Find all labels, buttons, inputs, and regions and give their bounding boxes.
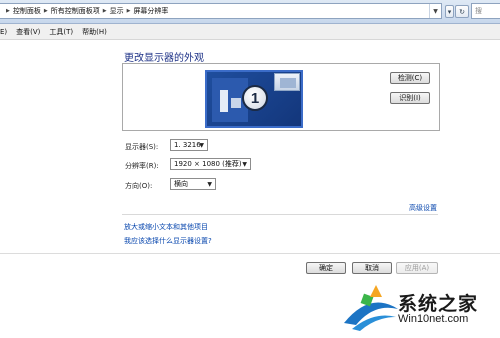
chevron-down-icon: ▼ [199, 142, 204, 149]
menu-help[interactable]: 帮助(H) [82, 27, 107, 37]
window-shape [220, 90, 228, 112]
chevron-down-icon[interactable]: ▼ [429, 4, 441, 18]
resolution-select[interactable]: 1920 × 1080 (推荐) ▼ [170, 158, 251, 170]
text-size-link[interactable]: 放大或缩小文本和其他项目 [124, 222, 208, 232]
divider [0, 253, 500, 254]
chevron-right-icon: ▶ [43, 8, 48, 14]
menu-bar: E) 查看(V) 工具(T) 帮助(H) [0, 24, 500, 40]
chevron-down-icon: ▼ [242, 161, 247, 168]
resolution-label: 分辨率(R): [125, 162, 159, 170]
chevron-right-icon: ▶ [102, 8, 107, 14]
search-input[interactable]: 搜 [471, 3, 500, 19]
identify-button[interactable]: 识别(I) [390, 92, 430, 104]
display-label: 显示器(S): [125, 143, 159, 151]
breadcrumb-resolution[interactable]: 屏幕分辨率 [133, 6, 168, 16]
menu-tools[interactable]: 工具(T) [49, 27, 73, 37]
chevron-right-icon: ▶ [6, 8, 10, 14]
orientation-label: 方向(O): [125, 182, 153, 190]
chevron-down-icon: ▼ [207, 181, 212, 188]
watermark-url: Win10net.com [398, 313, 469, 325]
ok-button[interactable]: 确定 [306, 262, 346, 274]
breadcrumb-display[interactable]: 显示 [110, 6, 124, 16]
breadcrumb-control-panel[interactable]: 控制面板 [13, 6, 41, 16]
display-help-link[interactable]: 我应该选择什么显示器设置? [124, 236, 212, 246]
apply-button[interactable]: 应用(A) [396, 262, 438, 274]
window-shape [280, 78, 296, 88]
advanced-settings-link[interactable]: 高级设置 [409, 203, 437, 213]
chevron-right-icon: ▶ [126, 8, 131, 14]
breadcrumb[interactable]: ▶ 控制面板 ▶ 所有控制面板项 ▶ 显示 ▶ 屏幕分辨率 ▼ [0, 3, 442, 19]
orientation-select[interactable]: 横向 ▼ [170, 178, 216, 190]
window-shape [231, 98, 241, 108]
refresh-button[interactable]: ↻ [455, 5, 469, 18]
refresh-icon: ↻ [459, 7, 465, 16]
address-bar: ▶ 控制面板 ▶ 所有控制面板项 ▶ 显示 ▶ 屏幕分辨率 ▼ ▾ ↻ 搜 [0, 0, 500, 24]
window-thumbnail [274, 73, 300, 91]
watermark-name: 系统之家 [398, 293, 479, 315]
monitor-number-badge: 1 [242, 85, 268, 111]
divider [122, 214, 438, 215]
logo-triangle [370, 285, 382, 297]
breadcrumb-all-items[interactable]: 所有控制面板项 [51, 6, 100, 16]
history-dropdown-button[interactable]: ▾ [445, 5, 454, 18]
chevron-down-icon: ▾ [447, 7, 452, 16]
menu-edit[interactable]: E) [0, 28, 7, 36]
menu-view[interactable]: 查看(V) [16, 27, 40, 37]
detect-button[interactable]: 检测(C) [390, 72, 430, 84]
display-select[interactable]: 1. 3216 ▼ [170, 139, 208, 151]
cancel-button[interactable]: 取消 [352, 262, 392, 274]
page-title: 更改显示器的外观 [124, 53, 204, 64]
